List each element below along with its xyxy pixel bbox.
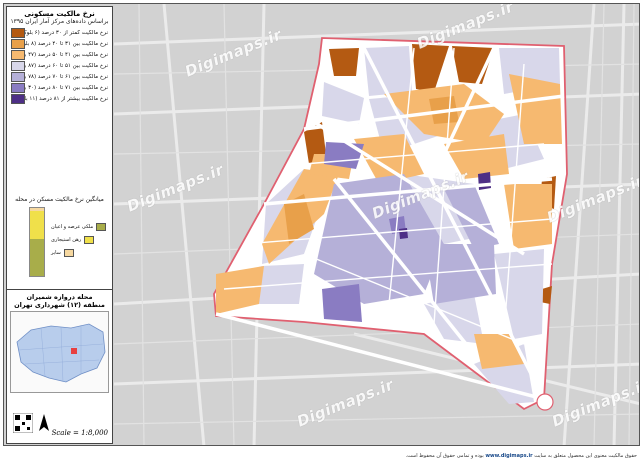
tenure-legend: ملکی عرصه و اعیان رهن استیجاری سایر	[51, 219, 107, 261]
legend-swatch	[11, 94, 25, 104]
roundabout	[536, 393, 554, 411]
location-marker	[71, 348, 77, 354]
legend-item: نرخ مالکیت بین ۵۱ تا ۶۰ درصد (۸۷ بلوک)	[11, 61, 108, 71]
legend-swatch	[11, 61, 25, 71]
legend-swatch	[11, 39, 25, 49]
tenure-bar-segment	[30, 238, 44, 276]
legend-swatch	[11, 28, 25, 38]
legend-item: نرخ مالکیت بین ۳۱ تا ۴۰ درصد (۸ بلوک)	[11, 39, 108, 49]
legend-swatch	[11, 72, 25, 82]
legend-classes: نرخ مالکیت کمتر از ۳۰ درصد (۶ بلوک) نرخ …	[7, 28, 112, 104]
legend-item: نرخ مالکیت بین ۶۱ تا ۷۰ درصد (۷۸ بلوک)	[11, 72, 108, 82]
site-link[interactable]: www.digimaps.ir	[485, 453, 532, 459]
legend-subtitle: براساس داده‌های مرکز آمار ایران ۱۳۹۵	[10, 18, 109, 25]
neighborhood-name: محله دروازه شمیران	[26, 293, 93, 301]
tenure-legend-item: رهن استیجاری	[51, 235, 107, 245]
inset-map[interactable]	[10, 311, 109, 393]
legend-panel: نرخ مالکیت مسکونی براساس داده‌های مرکز آ…	[6, 6, 113, 444]
north-arrow-icon	[39, 414, 49, 431]
tenure-stacked-bar	[29, 207, 45, 277]
tenure-bar-segment	[30, 211, 44, 239]
legend-item: نرخ مالکیت بین ۷۱ تا ۸۰ درصد (۳۰ بلوک)	[11, 83, 108, 93]
legend-item: نرخ مالکیت بیشتر از ۸۱ درصد (۱۱ بلوک)	[11, 94, 108, 104]
legend-swatch	[11, 50, 25, 60]
tenure-legend-item: سایر	[51, 248, 107, 258]
tenure-chart-title: میانگین نرخ مالکیت مسکن در محله	[15, 196, 104, 203]
tenure-chart: ملکی عرصه و اعیان رهن استیجاری سایر	[11, 207, 108, 277]
tenure-legend-item: ملکی عرصه و اعیان	[51, 222, 107, 232]
district-name: منطقه (۱۲) شهرداری تهران	[14, 301, 105, 309]
legend-item: نرخ مالکیت بین ۴۱ تا ۵۰ درصد (۴۷ بلوک)	[11, 50, 108, 60]
map-scale: Scale = 1:8,000	[51, 429, 108, 437]
legend-title: نرخ مالکیت مسکونی	[24, 10, 95, 18]
qr-code-icon	[13, 413, 33, 433]
legend-item: نرخ مالکیت کمتر از ۳۰ درصد (۶ بلوک)	[11, 28, 108, 38]
legend-swatch	[11, 83, 25, 93]
copyright-footer: حقوق مالکیت معنوی این محصول متعلق به سای…	[405, 453, 638, 459]
